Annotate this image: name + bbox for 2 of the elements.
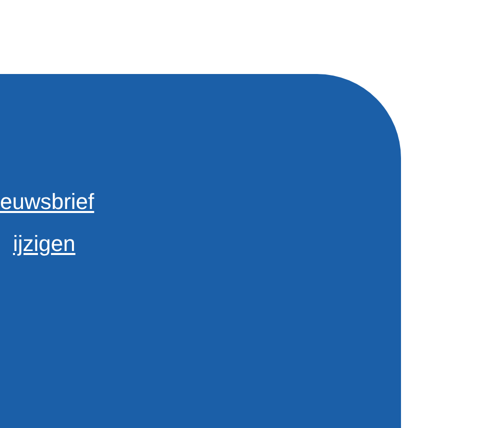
link[interactable]: ijzigen [13,230,76,258]
link[interactable]: euwsbrief [0,188,94,216]
